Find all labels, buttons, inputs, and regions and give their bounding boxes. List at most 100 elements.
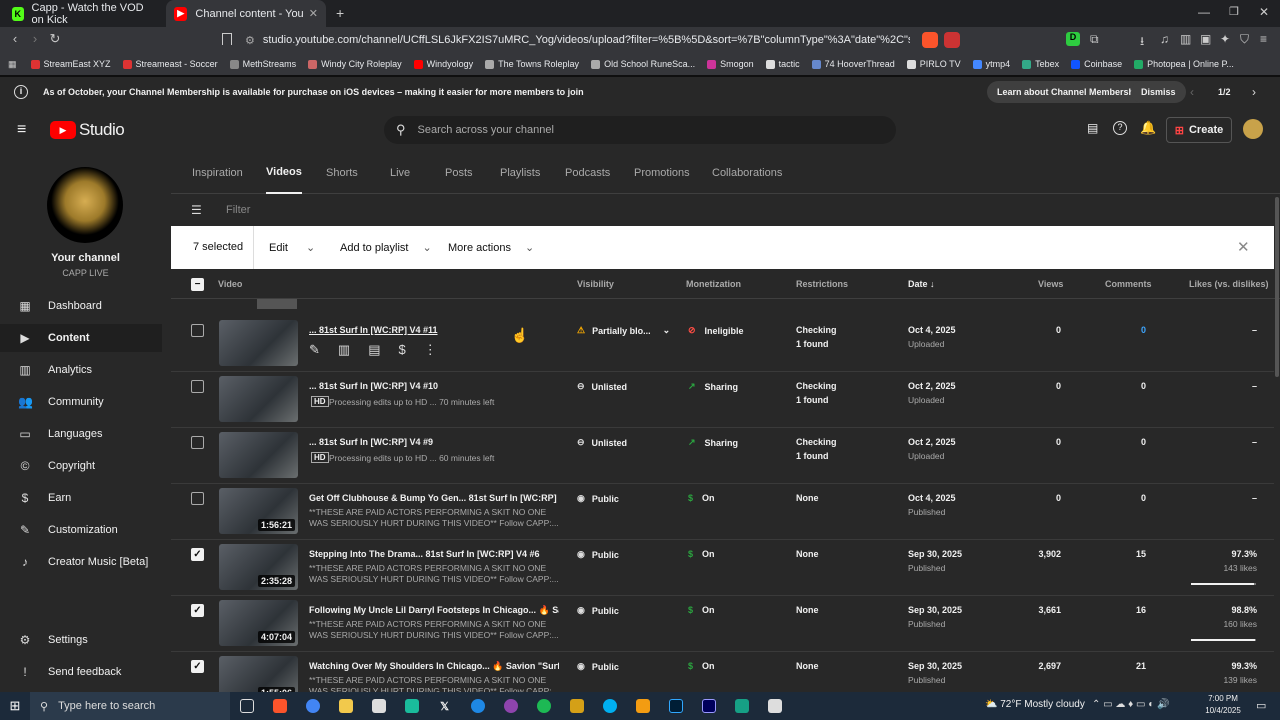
- app-taskbar-icon[interactable]: [626, 692, 659, 720]
- extensions-icon[interactable]: ⧉: [1090, 32, 1099, 47]
- forward-icon[interactable]: ›: [24, 31, 46, 46]
- table-row[interactable]: ... 81st Surf In [WC:RP] V4 #11 ✎ ▥ ▤ $ …: [171, 316, 1274, 372]
- visibility-cell[interactable]: ⚠ Partially blo... ⌄: [577, 325, 670, 336]
- visibility-cell[interactable]: ⊖ Unlisted: [577, 381, 627, 392]
- row-checkbox[interactable]: [191, 436, 204, 449]
- brave-shields-icon[interactable]: [922, 32, 938, 48]
- photoshop-taskbar-icon[interactable]: [659, 692, 692, 720]
- bookmark-item[interactable]: ytmp4: [972, 59, 1010, 69]
- site-info-icon[interactable]: ⚙: [245, 34, 255, 47]
- col-likes[interactable]: Likes (vs. dislikes): [1189, 279, 1269, 289]
- reload-icon[interactable]: ↻: [44, 31, 66, 47]
- close-tab-icon[interactable]: ✕: [309, 7, 318, 20]
- monetization-cell[interactable]: $ On: [688, 549, 715, 559]
- tab-podcasts[interactable]: Podcasts: [565, 152, 610, 194]
- comments-cell[interactable]: 0: [1091, 325, 1146, 335]
- col-date[interactable]: Date ↓: [908, 279, 935, 289]
- tray-icons[interactable]: ⌃ ▭ ☁ ♦ ▭ ◐ 🔊: [1092, 699, 1170, 710]
- monetization-cell[interactable]: $ On: [688, 493, 715, 503]
- tab-posts[interactable]: Posts: [445, 152, 473, 194]
- app-taskbar-icon[interactable]: [560, 692, 593, 720]
- restrictions-cell[interactable]: Checking: [796, 437, 837, 447]
- bookmark-item[interactable]: tactic: [765, 59, 800, 69]
- restrictions-cell[interactable]: None: [796, 661, 819, 671]
- new-tab-icon[interactable]: +: [336, 5, 344, 21]
- table-row[interactable]: ✓ 1:55:06 Watching Over My Shoulders In Ch…: [171, 652, 1274, 692]
- col-restrictions[interactable]: Restrictions: [796, 279, 848, 289]
- taskbar-search-input[interactable]: ⚲ Type here to search: [30, 692, 230, 720]
- spotify-taskbar-icon[interactable]: [527, 692, 560, 720]
- sidebar-item-analytics[interactable]: ▥ Analytics: [0, 356, 162, 384]
- row-checkbox[interactable]: [191, 324, 204, 337]
- bookmark-item[interactable]: Windy City Roleplay: [308, 59, 402, 69]
- table-row[interactable]: 1:56:21 Get Off Clubhouse & Bump Yo Gen..…: [171, 484, 1274, 540]
- restrictions-cell[interactable]: None: [796, 493, 819, 503]
- visibility-cell[interactable]: ⊖ Unlisted: [577, 437, 627, 448]
- bookmark-item[interactable]: PIRLO TV: [906, 59, 961, 69]
- tab-collaborations[interactable]: Collaborations: [712, 152, 782, 194]
- brave-rewards-icon[interactable]: [944, 32, 960, 48]
- close-selection-icon[interactable]: ✕: [1237, 238, 1250, 256]
- table-row[interactable]: ... 81st Surf In [WC:RP] V4 #10 HD Process…: [171, 372, 1274, 428]
- tab-playlists[interactable]: Playlists: [500, 152, 540, 194]
- video-title[interactable]: Get Off Clubhouse & Bump Yo Gen... 81st …: [309, 493, 559, 503]
- video-title[interactable]: Watching Over My Shoulders In Chicago...…: [309, 661, 559, 672]
- sidebar-toggle-icon[interactable]: ▥: [1180, 32, 1191, 46]
- table-row[interactable]: ... 81st Surf In [WC:RP] V4 #9 HD Processi…: [171, 428, 1274, 484]
- tab-live[interactable]: Live: [390, 152, 410, 194]
- monetization-cell[interactable]: ↗ Sharing: [688, 437, 738, 448]
- windows-start-icon[interactable]: ⊞: [0, 692, 30, 720]
- col-comments[interactable]: Comments: [1105, 279, 1152, 289]
- video-title[interactable]: Following My Uncle Lil Darryl Footsteps …: [309, 605, 559, 616]
- tab-shorts[interactable]: Shorts: [326, 152, 358, 194]
- bookmark-item[interactable]: Tebex: [1022, 59, 1059, 69]
- wallet-icon[interactable]: ▣: [1200, 32, 1211, 46]
- bookmark-item[interactable]: 74 HooverThread: [811, 59, 895, 69]
- monetization-cell[interactable]: $ On: [688, 661, 715, 671]
- url-field[interactable]: ⚙ studio.youtube.com/channel/UCffLSL6JkF…: [245, 31, 910, 49]
- next-chevron-icon[interactable]: ›: [1252, 85, 1256, 99]
- restrictions-cell[interactable]: None: [796, 549, 819, 559]
- video-title[interactable]: ... 81st Surf In [WC:RP] V4 #10: [309, 381, 559, 391]
- video-title[interactable]: Stepping Into The Drama... 81st Surf In …: [309, 549, 559, 559]
- monetization-icon[interactable]: $: [399, 342, 406, 358]
- row-checkbox[interactable]: ✓: [191, 660, 204, 673]
- chrome-taskbar-icon[interactable]: [296, 692, 329, 720]
- restrictions-cell[interactable]: None: [796, 605, 819, 615]
- restore-icon[interactable]: ❐: [1229, 5, 1239, 18]
- dismiss-button[interactable]: Dismiss: [1131, 81, 1186, 103]
- create-button[interactable]: ⊞ Create: [1166, 117, 1232, 143]
- prev-chevron-icon[interactable]: ‹: [1190, 85, 1194, 99]
- more-options-icon[interactable]: ⋮: [424, 342, 437, 358]
- media-icon[interactable]: ♫: [1160, 32, 1169, 46]
- col-monetization[interactable]: Monetization: [686, 279, 741, 289]
- bookmark-item[interactable]: MethStreams: [229, 59, 296, 69]
- bookmark-icon[interactable]: [222, 33, 232, 45]
- menu-icon[interactable]: ≡: [1260, 32, 1267, 46]
- sidebar-item-settings[interactable]: ⚙ Settings: [0, 626, 162, 654]
- bookmark-item[interactable]: The Towns Roleplay: [485, 59, 579, 69]
- video-thumbnail[interactable]: [219, 320, 298, 366]
- app-taskbar-icon[interactable]: [758, 692, 791, 720]
- bookmark-item[interactable]: Smogon: [707, 59, 754, 69]
- visibility-cell[interactable]: ◉ Public: [577, 605, 619, 616]
- video-thumbnail[interactable]: [219, 376, 298, 422]
- bookmark-item[interactable]: StreamEast XYZ: [30, 59, 111, 69]
- row-checkbox[interactable]: ✓: [191, 604, 204, 617]
- task-view-icon[interactable]: [230, 692, 263, 720]
- sidebar-item-feedback[interactable]: ! Send feedback: [0, 658, 162, 686]
- video-thumbnail[interactable]: 1:56:21: [219, 488, 298, 534]
- edit-dropdown[interactable]: Edit ⌄: [269, 241, 315, 254]
- video-thumbnail[interactable]: [219, 432, 298, 478]
- apps-grid-icon[interactable]: ▦: [8, 59, 17, 70]
- app-taskbar-icon[interactable]: [725, 692, 758, 720]
- minimize-icon[interactable]: —: [1198, 5, 1210, 19]
- back-icon[interactable]: ‹: [4, 31, 26, 46]
- analytics-icon[interactable]: ▥: [338, 342, 350, 358]
- sidebar-item-content[interactable]: ▶ Content: [0, 324, 162, 352]
- comments-icon[interactable]: ▤: [368, 342, 380, 358]
- downloads-icon[interactable]: ⭳: [1140, 32, 1144, 53]
- add-to-playlist-dropdown[interactable]: Add to playlist ⌄: [340, 241, 432, 254]
- edit-details-icon[interactable]: ✎: [309, 342, 320, 358]
- more-actions-dropdown[interactable]: More actions ⌄: [448, 241, 534, 254]
